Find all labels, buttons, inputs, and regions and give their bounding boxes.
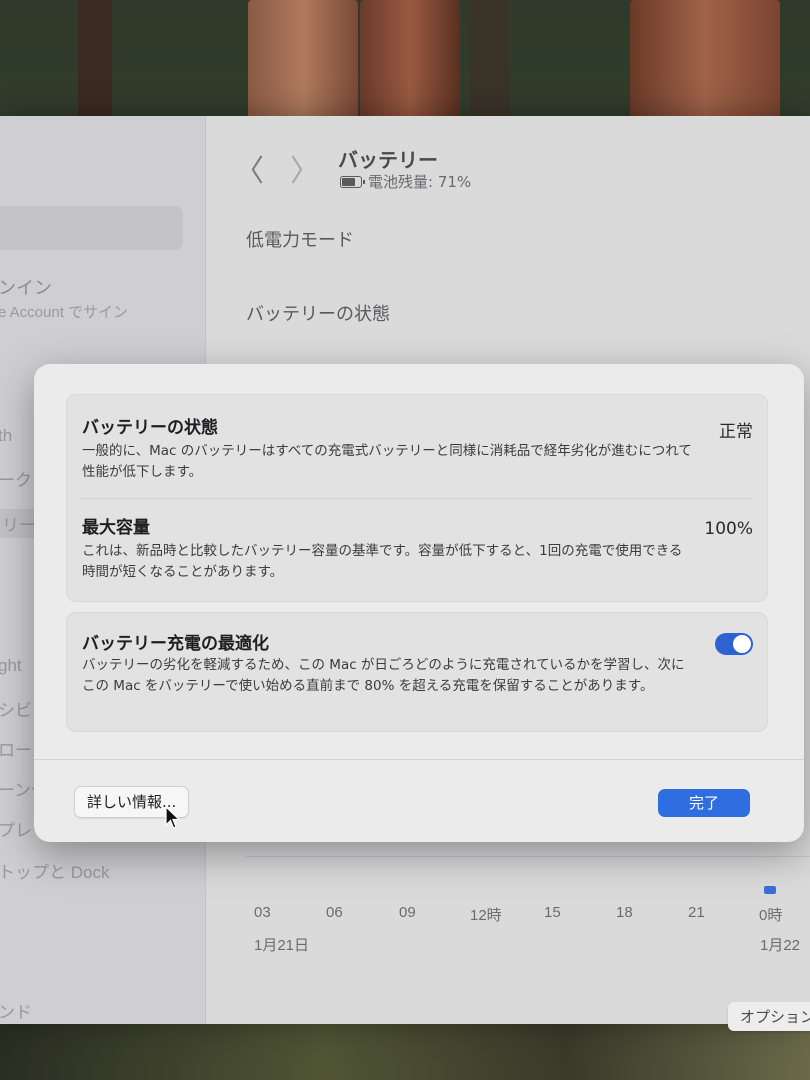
capacity-title: 最大容量 (82, 518, 150, 538)
battery-health-row[interactable]: バッテリーの状態 (246, 300, 390, 326)
optimized-charging-title: バッテリー充電の最適化 (82, 634, 269, 654)
sidebar-item-desktop-dock[interactable]: トップと Dock (0, 858, 109, 883)
low-power-mode-row[interactable]: 低電力モード (246, 226, 354, 252)
sidebar-item-signin[interactable]: ンイン (0, 274, 52, 300)
options-button[interactable]: オプション (728, 1002, 810, 1031)
battery-status: 電池残量: 71% (340, 171, 471, 192)
battery-health-sheet: バッテリーの状態 正常 一般的に、Mac のバッテリーはすべての充電式バッテリー… (34, 364, 804, 842)
capacity-value: 100% (704, 519, 753, 539)
chart-tick-label: 15 (544, 904, 561, 921)
sidebar-item-sound[interactable]: ンド (0, 998, 32, 1023)
toggle-knob (733, 635, 751, 653)
chart-tick-label: 03 (254, 904, 271, 921)
chart-tick-label: 0時 (759, 907, 783, 924)
battery-icon (340, 175, 365, 188)
health-description: 一般的に、Mac のバッテリーはすべての充電式バッテリーと同様に消耗品で経年劣化… (82, 443, 692, 480)
sidebar-item-network[interactable]: ーク (0, 466, 32, 491)
capacity-description: これは、新品時と比較したバッテリー容量の基準です。容量が低下すると、1回の充電で… (82, 543, 683, 580)
mouse-cursor-icon (165, 806, 181, 829)
optimized-charging-toggle[interactable] (715, 633, 753, 655)
usage-chart-bar (764, 886, 776, 894)
chart-tick-label: 21 (688, 904, 705, 921)
done-button[interactable]: 完了 (658, 789, 750, 817)
sidebar-search-field[interactable] (0, 206, 183, 250)
sidebar-item-spotlight[interactable]: ght (0, 656, 22, 676)
page-title: バッテリー (338, 148, 438, 172)
health-title: バッテリーの状態 (82, 418, 218, 438)
chart-tick-label: 06 (326, 904, 343, 921)
chart-date-label: 1月21日 (254, 937, 310, 954)
wallpaper-bottom (0, 1020, 810, 1080)
card-divider (81, 498, 753, 499)
health-card-group: バッテリーの状態 正常 一般的に、Mac のバッテリーはすべての充電式バッテリー… (66, 394, 768, 602)
sidebar-item-bluetooth[interactable]: th (0, 426, 12, 446)
optimized-charging-card: バッテリー充電の最適化 バッテリーの劣化を軽減するため、この Mac が日ごろど… (66, 612, 768, 732)
battery-status-text: 電池残量: 71% (368, 173, 472, 191)
chart-tick-label: 12時 (470, 907, 502, 924)
forward-button[interactable]: 〉 (290, 146, 320, 190)
chart-tick-label: 18 (616, 904, 633, 921)
chart-tick-label: 09 (399, 904, 416, 921)
optimized-charging-description: バッテリーの劣化を軽減するため、この Mac が日ごろどのように充電されているか… (82, 657, 685, 694)
sidebar-item-signin-sub: e Account でサイン (0, 304, 129, 321)
chart-date-label: 1月22 (760, 937, 801, 954)
sheet-divider (34, 759, 804, 760)
back-button[interactable]: 〈 (234, 146, 264, 190)
health-value: 正常 (719, 422, 753, 442)
